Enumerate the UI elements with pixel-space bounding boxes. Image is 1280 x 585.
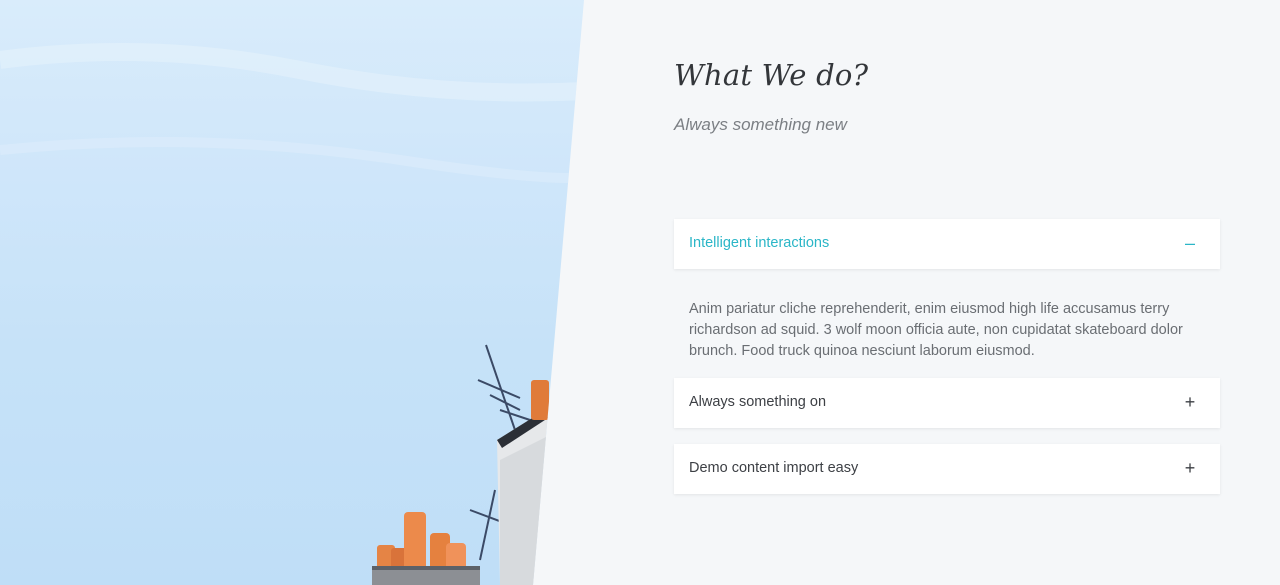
accordion-item-always-something-on[interactable]: Always something on + xyxy=(674,378,1220,428)
accordion-item-content: Anim pariatur cliche reprehenderit, enim… xyxy=(689,301,1183,359)
page: What We do? Always something new Intelli… xyxy=(0,0,1280,585)
accordion-item-intelligent-interactions[interactable]: Intelligent interactions – xyxy=(674,219,1220,269)
expand-icon[interactable]: + xyxy=(1182,457,1198,479)
section-subtitle: Always something new xyxy=(674,115,847,134)
accordion-item-demo-content-import[interactable]: Demo content import easy + xyxy=(674,444,1220,494)
rooftop-illustration xyxy=(0,43,584,585)
expand-icon[interactable]: + xyxy=(1182,391,1198,413)
accordion-item-label: Intelligent interactions xyxy=(689,235,830,251)
collapse-icon[interactable]: – xyxy=(1182,232,1198,254)
accordion-item-label: Always something on xyxy=(689,394,827,410)
accordion-item-label: Demo content import easy xyxy=(689,460,859,476)
hero-photo xyxy=(0,0,584,585)
section-title: What We do? xyxy=(674,58,869,92)
